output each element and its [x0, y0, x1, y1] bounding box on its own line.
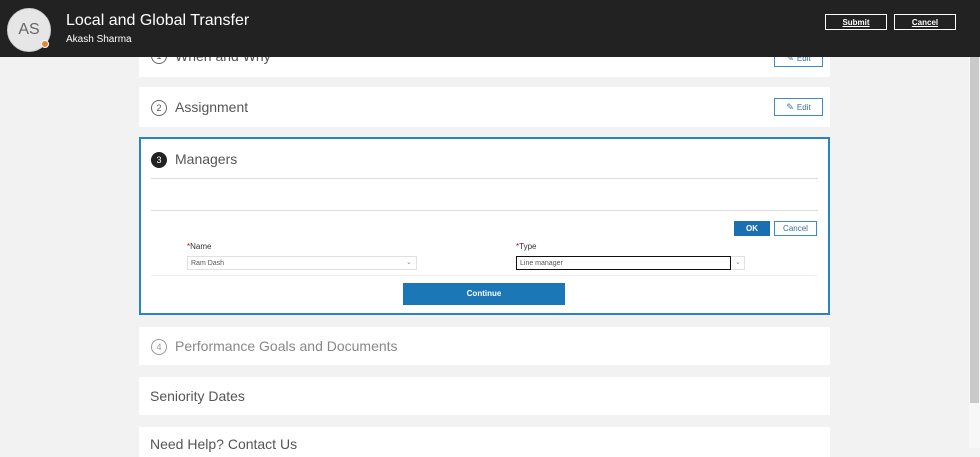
divider — [151, 210, 818, 211]
section-assignment: 2 Assignment ✎ Edit — [139, 87, 830, 127]
section-seniority-dates[interactable]: Seniority Dates — [139, 377, 830, 415]
divider — [151, 178, 818, 179]
continue-button[interactable]: Continue — [403, 283, 565, 305]
section-title: Managers — [175, 151, 238, 167]
section-help[interactable]: Need Help? Contact Us — [139, 427, 830, 457]
page-title: Local and Global Transfer — [66, 12, 250, 29]
name-field-label: *Name — [187, 242, 212, 251]
edit-assignment-button[interactable]: ✎ Edit — [774, 98, 823, 116]
step-number: 3 — [151, 152, 167, 168]
chevron-down-icon[interactable]: ⌄ — [735, 258, 741, 266]
type-field-label: *Type — [516, 242, 537, 251]
section-managers: 3 Managers OK Cancel *Name Ram Dash ⌄ *T… — [139, 137, 830, 315]
section-title: Seniority Dates — [150, 388, 245, 404]
user-name: Akash Sharma — [66, 34, 132, 45]
section-performance-goals[interactable]: 4 Performance Goals and Documents — [139, 327, 830, 365]
cancel-button[interactable]: Cancel — [894, 14, 956, 30]
pencil-icon: ✎ — [786, 102, 794, 112]
step-number: 2 — [151, 100, 167, 116]
edit-label: Edit — [796, 103, 811, 112]
name-select[interactable]: Ram Dash — [187, 256, 417, 270]
chevron-down-icon[interactable]: ⌄ — [406, 258, 412, 266]
type-select[interactable]: Line manager — [516, 256, 731, 270]
scrollbar-thumb[interactable] — [970, 45, 979, 403]
section-title: Assignment — [175, 99, 249, 115]
section-title: Performance Goals and Documents — [175, 338, 398, 354]
section-title: Need Help? Contact Us — [150, 436, 298, 452]
type-select-value: Line manager — [520, 260, 563, 267]
cancel-manager-button[interactable]: Cancel — [774, 221, 817, 236]
divider — [151, 275, 818, 276]
presence-dot-icon — [41, 40, 49, 48]
step-number: 4 — [151, 339, 167, 355]
submit-button[interactable]: Submit — [825, 14, 887, 30]
ok-button[interactable]: OK — [734, 221, 770, 236]
app-header: AS Local and Global Transfer Akash Sharm… — [0, 0, 980, 57]
name-select-value: Ram Dash — [191, 260, 225, 267]
scrollbar[interactable] — [969, 0, 980, 448]
